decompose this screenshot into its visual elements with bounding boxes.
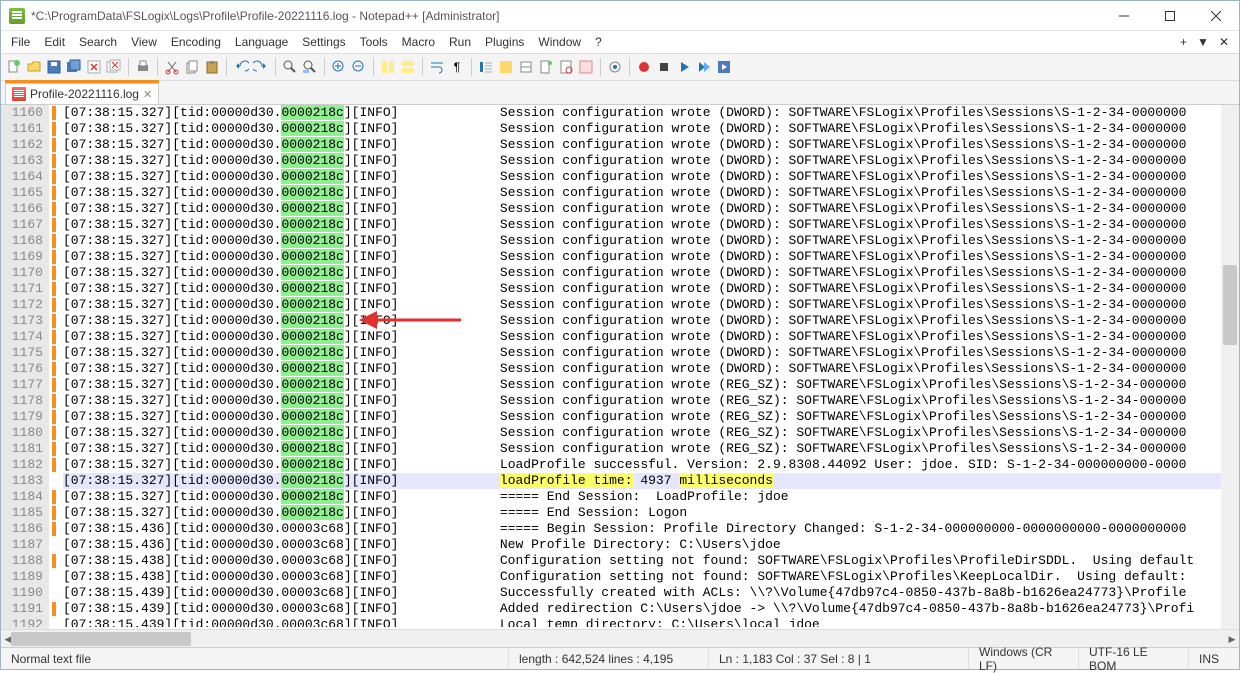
print-icon[interactable]: [134, 58, 152, 76]
all-chars-icon[interactable]: ¶: [448, 58, 466, 76]
redo-icon[interactable]: [252, 58, 270, 76]
indent-guide-icon[interactable]: [477, 58, 495, 76]
find-icon[interactable]: [281, 58, 299, 76]
replace-icon[interactable]: [301, 58, 319, 76]
save-all-icon[interactable]: [65, 58, 83, 76]
menu-search[interactable]: Search: [79, 35, 117, 49]
menu-help[interactable]: ?: [595, 35, 602, 49]
undo-icon[interactable]: [232, 58, 250, 76]
window-title: *C:\ProgramData\FSLogix\Logs\Profile\Pro…: [31, 9, 1101, 23]
title-bar: *C:\ProgramData\FSLogix\Logs\Profile\Pro…: [1, 1, 1239, 31]
close-all-icon[interactable]: [105, 58, 123, 76]
vertical-scrollbar[interactable]: [1221, 105, 1239, 629]
status-bar: Normal text file length : 642,524 lines …: [1, 647, 1239, 669]
change-marker-margin: [49, 105, 63, 629]
monitor-icon[interactable]: [606, 58, 624, 76]
editor-area[interactable]: 1160116111621163116411651166116711681169…: [1, 105, 1239, 629]
paste-icon[interactable]: [203, 58, 221, 76]
copy-icon[interactable]: [183, 58, 201, 76]
play-multi-icon[interactable]: [695, 58, 713, 76]
menu-plus-icon[interactable]: +: [1180, 35, 1187, 49]
menu-dropdown-icon[interactable]: ▼: [1197, 35, 1209, 49]
horizontal-scrollbar[interactable]: ◀ ▶: [1, 629, 1239, 647]
menu-bar: File Edit Search View Encoding Language …: [1, 31, 1239, 53]
zoom-in-icon[interactable]: [330, 58, 348, 76]
open-folder-icon[interactable]: [25, 58, 43, 76]
menu-encoding[interactable]: Encoding: [171, 35, 221, 49]
menu-language[interactable]: Language: [235, 35, 288, 49]
minimize-button[interactable]: [1101, 1, 1147, 30]
status-eol[interactable]: Windows (CR LF): [969, 648, 1079, 669]
menu-plugins[interactable]: Plugins: [485, 35, 524, 49]
horizontal-scroll-thumb[interactable]: [11, 632, 191, 646]
menu-tools[interactable]: Tools: [360, 35, 388, 49]
folder-as-workspace-icon[interactable]: [517, 58, 535, 76]
menu-view[interactable]: View: [131, 35, 157, 49]
save-macro-icon[interactable]: [715, 58, 733, 76]
app-icon: [9, 8, 25, 24]
status-ins[interactable]: INS: [1189, 648, 1239, 669]
doc-map-icon[interactable]: [537, 58, 555, 76]
zoom-out-icon[interactable]: [350, 58, 368, 76]
menu-file[interactable]: File: [11, 35, 30, 49]
tab-bar: Profile-20221116.log ✕: [1, 81, 1239, 105]
save-icon[interactable]: [45, 58, 63, 76]
hscroll-right-icon[interactable]: ▶: [1225, 632, 1239, 646]
file-tab[interactable]: Profile-20221116.log ✕: [5, 83, 159, 104]
tab-label: Profile-20221116.log: [30, 87, 139, 101]
status-filetype: Normal text file: [1, 648, 509, 669]
modified-file-icon: [12, 87, 26, 101]
status-encoding[interactable]: UTF-16 LE BOM: [1079, 648, 1189, 669]
toolbar: ¶: [1, 53, 1239, 81]
menu-run[interactable]: Run: [449, 35, 471, 49]
close-button[interactable]: [1193, 1, 1239, 30]
sync-h-icon[interactable]: [399, 58, 417, 76]
new-file-icon[interactable]: [5, 58, 23, 76]
status-position: Ln : 1,183 Col : 37 Sel : 8 | 1: [709, 648, 969, 669]
func-list-icon[interactable]: [577, 58, 595, 76]
line-number-gutter: 1160116111621163116411651166116711681169…: [1, 105, 49, 629]
record-icon[interactable]: [635, 58, 653, 76]
play-icon[interactable]: [675, 58, 693, 76]
wrap-icon[interactable]: [428, 58, 446, 76]
sync-v-icon[interactable]: [379, 58, 397, 76]
lang-icon[interactable]: [497, 58, 515, 76]
close-file-icon[interactable]: [85, 58, 103, 76]
window-controls: [1101, 1, 1239, 30]
menu-window[interactable]: Window: [538, 35, 581, 49]
doc-list-icon[interactable]: [557, 58, 575, 76]
menu-edit[interactable]: Edit: [44, 35, 65, 49]
tab-close-icon[interactable]: ✕: [143, 88, 152, 101]
status-length: length : 642,524 lines : 4,195: [509, 648, 709, 669]
maximize-button[interactable]: [1147, 1, 1193, 30]
cut-icon[interactable]: [163, 58, 181, 76]
menu-settings[interactable]: Settings: [302, 35, 345, 49]
vertical-scroll-thumb[interactable]: [1223, 265, 1237, 345]
menu-x-icon[interactable]: ✕: [1219, 35, 1229, 49]
menu-macro[interactable]: Macro: [402, 35, 435, 49]
code-view[interactable]: [07:38:15.327][tid:00000d30.0000218c][IN…: [63, 105, 1239, 629]
stop-icon[interactable]: [655, 58, 673, 76]
